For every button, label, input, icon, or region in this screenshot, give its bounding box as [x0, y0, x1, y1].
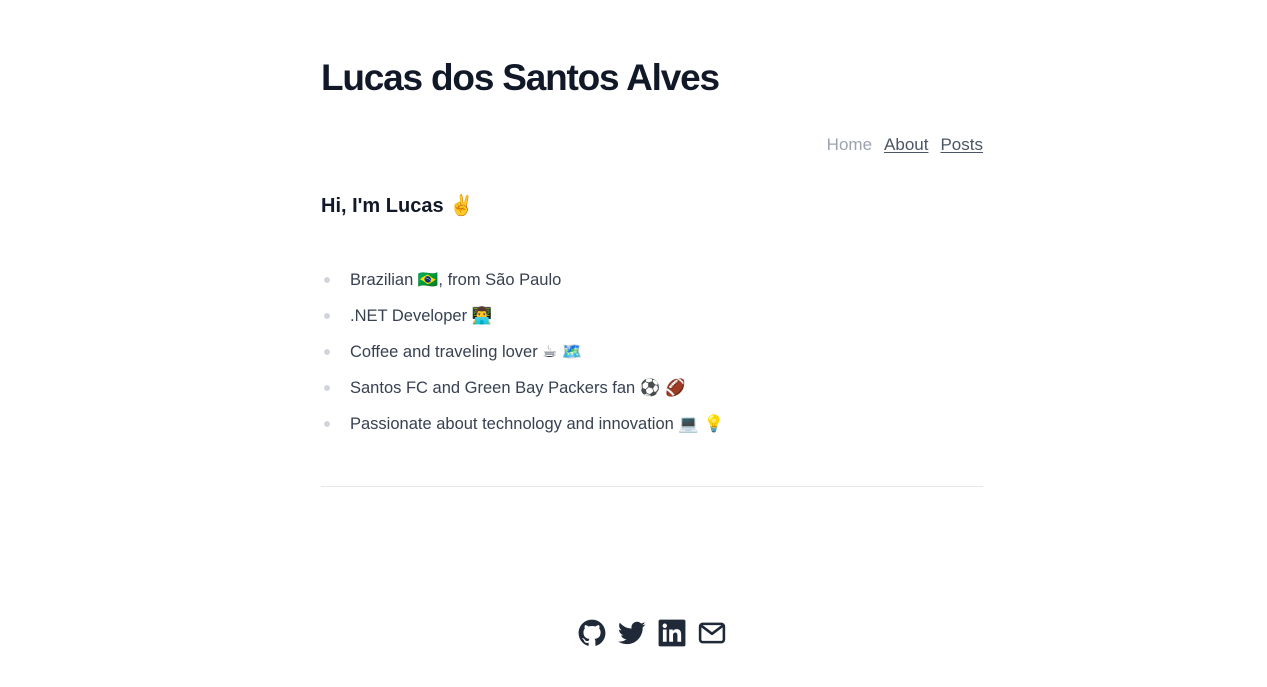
list-item: Coffee and traveling lover ☕ 🗺️ — [321, 334, 724, 370]
bullet-marker — [324, 277, 330, 283]
list-item-text: .NET Developer 👨‍💻 — [350, 307, 493, 325]
intro-heading: Hi, I'm Lucas ✌️ — [321, 195, 475, 217]
section-divider — [321, 486, 983, 487]
bullet-marker — [324, 421, 330, 427]
nav-posts-link[interactable]: Posts — [940, 134, 983, 156]
main-nav: Home About Posts — [827, 134, 983, 156]
list-item: Brazilian 🇧🇷, from São Paulo — [321, 262, 724, 298]
twitter-icon — [618, 621, 646, 645]
linkedin-link[interactable] — [658, 619, 686, 647]
list-item-text: Santos FC and Green Bay Packers fan ⚽ 🏈 — [350, 379, 686, 397]
linkedin-icon — [658, 619, 686, 647]
bullet-marker — [324, 385, 330, 391]
github-icon — [578, 619, 606, 646]
list-item-text: Brazilian 🇧🇷, from São Paulo — [350, 271, 562, 289]
twitter-link[interactable] — [618, 619, 646, 647]
about-list: Brazilian 🇧🇷, from São Paulo .NET Develo… — [321, 262, 724, 442]
email-link[interactable] — [698, 619, 726, 647]
list-item-text: Passionate about technology and innovati… — [350, 415, 725, 433]
github-link[interactable] — [578, 619, 606, 647]
site-title: Lucas dos Santos Alves — [321, 57, 720, 98]
list-item-text: Coffee and traveling lover ☕ 🗺️ — [350, 343, 583, 361]
social-links — [0, 619, 1267, 647]
nav-about-link[interactable]: About — [884, 134, 928, 156]
bullet-marker — [324, 313, 330, 319]
list-item: Passionate about technology and innovati… — [321, 406, 724, 442]
list-item: Santos FC and Green Bay Packers fan ⚽ 🏈 — [321, 370, 724, 406]
bullet-marker — [324, 349, 330, 355]
nav-home-link[interactable]: Home — [827, 134, 872, 156]
mail-icon — [698, 622, 726, 644]
list-item: .NET Developer 👨‍💻 — [321, 298, 724, 334]
